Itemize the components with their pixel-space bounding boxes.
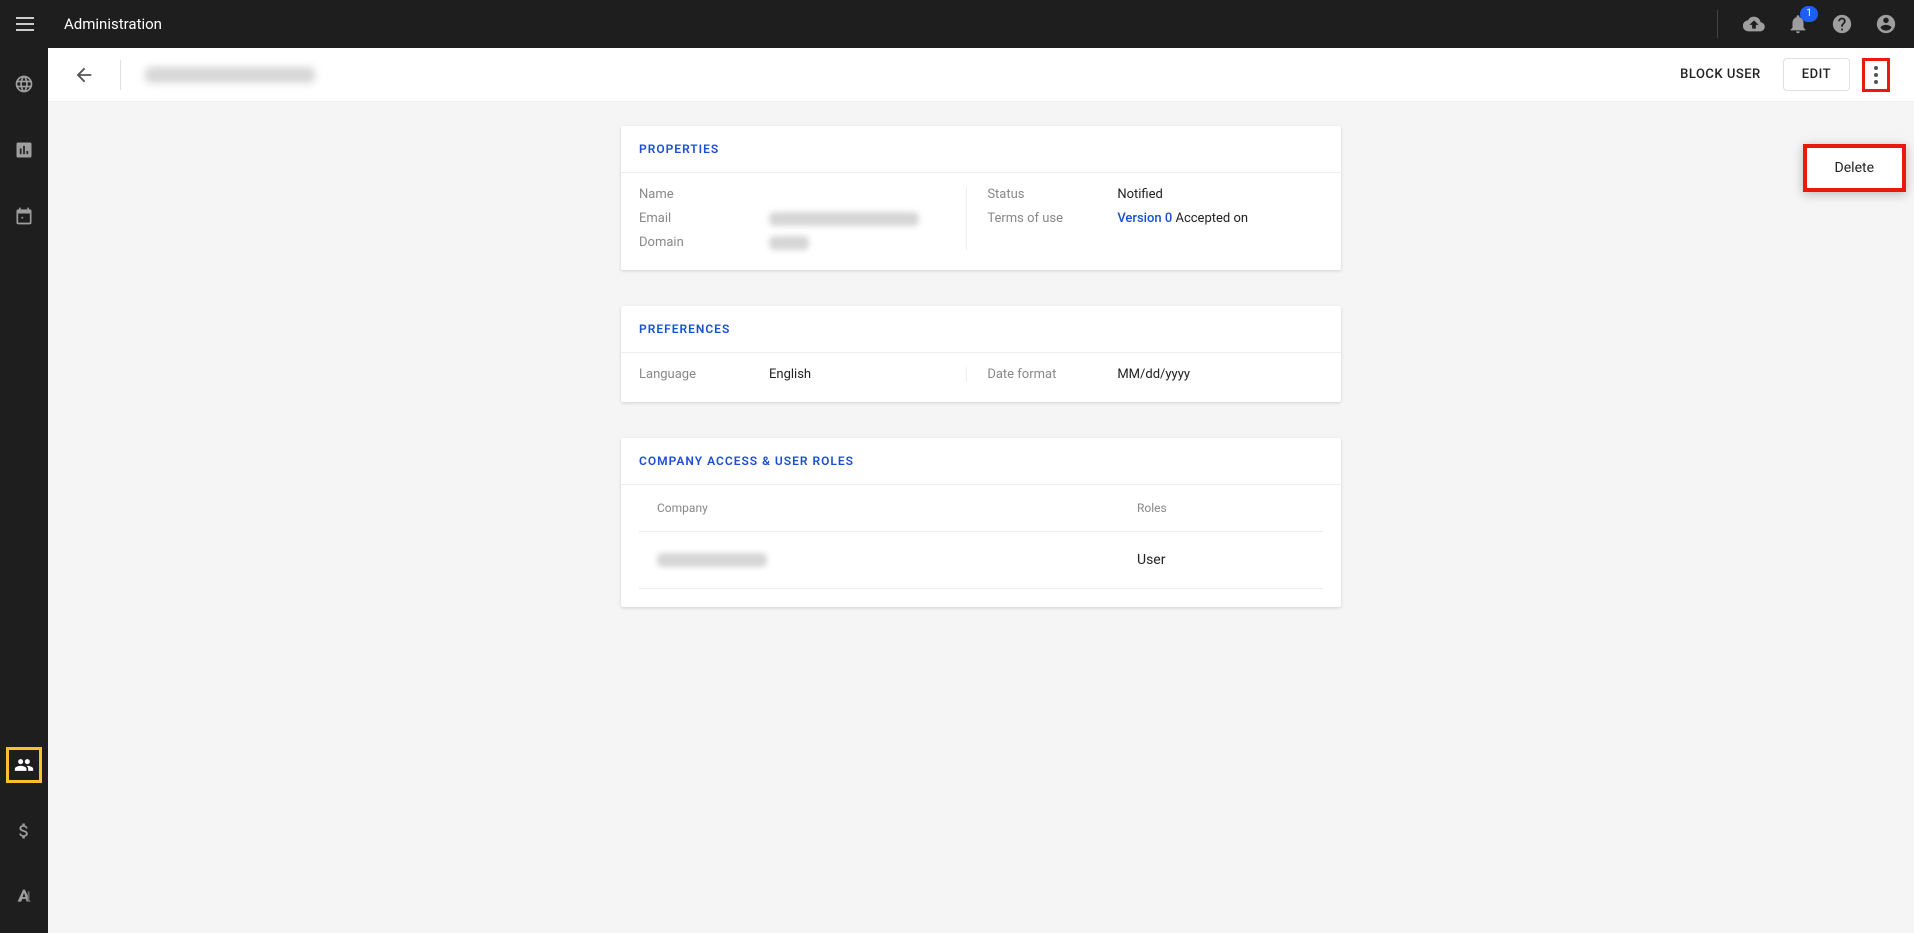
language-label: Language [639, 367, 769, 382]
properties-header: PROPERTIES [621, 126, 1341, 173]
more-options-button[interactable] [1862, 58, 1890, 92]
main-content: BLOCK USER EDIT Delete PROPERTIES Name [48, 48, 1914, 933]
roles-table-header: Company Roles [639, 485, 1323, 531]
terms-value: Version 0 Accepted on [1117, 211, 1248, 226]
subheader: BLOCK USER EDIT [48, 48, 1914, 102]
help-icon[interactable] [1830, 12, 1854, 36]
sidebar-calendar-icon[interactable] [6, 198, 42, 234]
language-value: English [769, 367, 811, 382]
block-user-button[interactable]: BLOCK USER [1666, 59, 1775, 90]
page-title: Administration [64, 15, 162, 33]
sidebar-users-icon[interactable] [6, 747, 42, 783]
topbar: Administration 1 [0, 0, 1914, 48]
sidebar-globe-icon[interactable] [6, 66, 42, 102]
sidebar-dollar-icon[interactable] [6, 813, 42, 849]
bell-icon[interactable]: 1 [1786, 12, 1810, 36]
status-label: Status [987, 187, 1117, 202]
sidebar-analytics-icon[interactable] [6, 132, 42, 168]
preferences-card: PREFERENCES Language English Date format [621, 306, 1341, 402]
company-column-header: Company [657, 501, 1137, 515]
sidebar-text-icon[interactable] [6, 879, 42, 915]
edit-button[interactable]: EDIT [1783, 58, 1850, 91]
status-value: Notified [1117, 187, 1163, 202]
domain-value [769, 236, 809, 250]
date-format-value: MM/dd/yyyy [1117, 367, 1190, 382]
detail-content: PROPERTIES Name Email [48, 102, 1914, 933]
table-row: User [639, 531, 1323, 589]
roles-column-header: Roles [1137, 501, 1167, 515]
hamburger-menu-icon[interactable] [16, 12, 40, 36]
cloud-upload-icon[interactable] [1742, 12, 1766, 36]
divider [120, 60, 121, 90]
breadcrumb-user [145, 67, 315, 83]
notification-badge: 1 [1800, 6, 1818, 22]
email-label: Email [639, 211, 769, 226]
account-icon[interactable] [1874, 12, 1898, 36]
delete-menu-item[interactable]: Delete [1807, 148, 1902, 188]
roles-card: COMPANY ACCESS & USER ROLES Company Role… [621, 438, 1341, 607]
more-vert-icon [1874, 66, 1878, 84]
properties-card: PROPERTIES Name Email [621, 126, 1341, 270]
back-arrow-icon[interactable] [72, 63, 96, 87]
company-cell [657, 553, 1137, 567]
preferences-header: PREFERENCES [621, 306, 1341, 353]
name-label: Name [639, 187, 769, 202]
context-menu: Delete [1803, 144, 1906, 192]
terms-label: Terms of use [987, 211, 1117, 226]
role-cell: User [1137, 552, 1165, 568]
roles-header: COMPANY ACCESS & USER ROLES [621, 438, 1341, 485]
domain-label: Domain [639, 235, 769, 250]
email-value [769, 212, 919, 226]
date-format-label: Date format [987, 367, 1117, 382]
topbar-actions: 1 [1717, 10, 1898, 38]
divider [1717, 10, 1718, 38]
sidebar [0, 48, 48, 933]
